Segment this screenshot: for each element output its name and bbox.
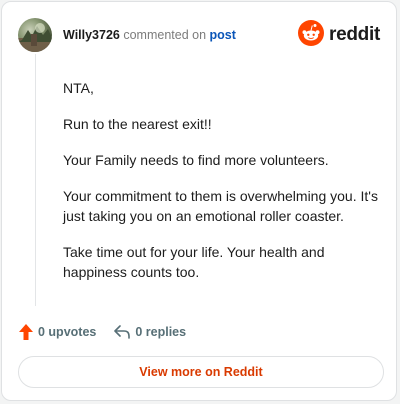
comment-paragraph: NTA, (63, 80, 94, 96)
comment-paragraph: Your Family needs to find more volunteer… (63, 152, 329, 168)
comment-header: Willy3726 commented on post reddit (18, 18, 380, 52)
comment-actions: 0 upvotes 0 replies (19, 322, 186, 342)
reddit-logo[interactable]: reddit (298, 19, 380, 51)
upvote-count: 0 upvotes (38, 325, 97, 339)
comment-embed-card: Willy3726 commented on post reddit NTA, … (1, 1, 397, 401)
comment-paragraph: Take time out for your life. Your health… (63, 244, 325, 280)
comment-body: NTA, Run to the nearest exit!! Your Fami… (63, 78, 383, 298)
reply-button[interactable]: 0 replies (114, 325, 186, 339)
upvote-arrow-icon (19, 324, 33, 340)
reddit-wordmark: reddit (329, 24, 380, 45)
comment-byline: Willy3726 commented on post (63, 27, 236, 43)
user-avatar[interactable] (18, 18, 52, 52)
comment-paragraph: Your commitment to them is overwhelming … (63, 188, 378, 224)
reply-count: 0 replies (135, 325, 187, 339)
upvote-button[interactable]: 0 upvotes (19, 324, 96, 340)
reply-arrow-icon (114, 325, 131, 339)
username-link[interactable]: Willy3726 (63, 28, 120, 42)
post-link[interactable]: post (210, 28, 236, 42)
view-more-on-reddit-button[interactable]: View more on Reddit (18, 356, 384, 388)
comment-paragraph: Run to the nearest exit!! (63, 116, 212, 132)
reddit-snoo-icon (298, 19, 325, 51)
thread-line (35, 54, 36, 306)
commented-on-text: commented on (123, 28, 207, 42)
